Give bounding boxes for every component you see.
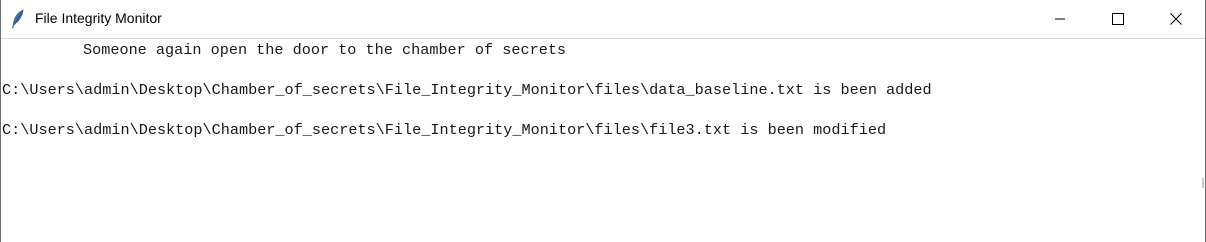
log-output: Someone again open the door to the chamb… xyxy=(1,39,1205,242)
log-line-modified: C:\Users\admin\Desktop\Chamber_of_secret… xyxy=(2,121,887,139)
minimize-button[interactable] xyxy=(1031,0,1089,38)
minimize-icon xyxy=(1054,13,1066,25)
close-icon xyxy=(1170,13,1182,25)
window-title: File Integrity Monitor xyxy=(35,10,162,26)
maximize-icon xyxy=(1112,13,1124,25)
app-window: File Integrity Monitor Someone again ope… xyxy=(0,0,1206,242)
close-button[interactable] xyxy=(1147,0,1205,38)
resize-edge xyxy=(1202,178,1204,188)
log-line-message: Someone again open the door to the chamb… xyxy=(83,41,567,59)
log-line-added: C:\Users\admin\Desktop\Chamber_of_secret… xyxy=(2,81,932,99)
feather-icon xyxy=(11,9,25,29)
maximize-button[interactable] xyxy=(1089,0,1147,38)
title-bar[interactable]: File Integrity Monitor xyxy=(1,0,1205,39)
